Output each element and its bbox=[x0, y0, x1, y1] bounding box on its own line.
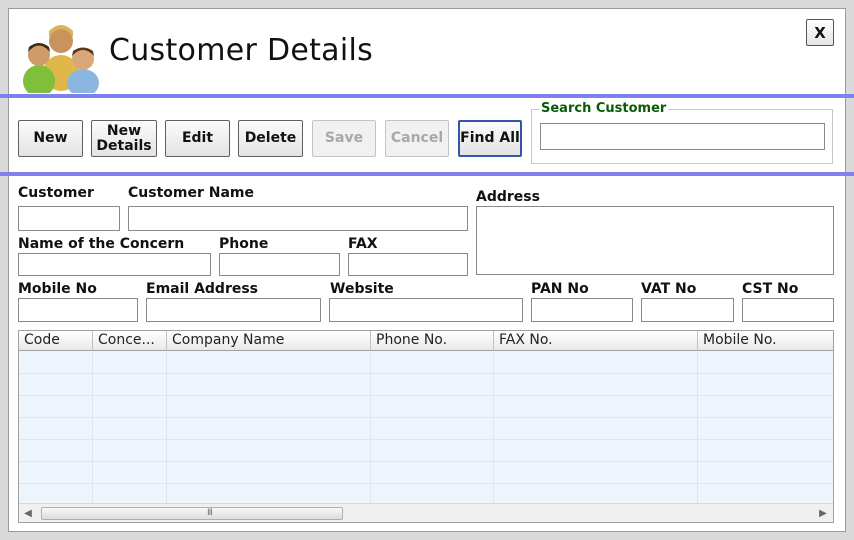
column-header-company-name[interactable]: Company Name bbox=[167, 331, 371, 351]
address-label: Address bbox=[476, 189, 540, 205]
customer-grid[interactable]: Code Conce... Company Name Phone No. FAX… bbox=[18, 330, 834, 523]
grid-row-line bbox=[19, 483, 833, 484]
concern-label: Name of the Concern bbox=[18, 236, 185, 252]
phone-label: Phone bbox=[219, 236, 269, 252]
scroll-right-icon[interactable]: ▶ bbox=[816, 506, 830, 520]
bottom-separator bbox=[0, 172, 854, 176]
delete-button[interactable]: Delete bbox=[238, 120, 303, 157]
pan-label: PAN No bbox=[531, 281, 589, 297]
grid-row-line bbox=[19, 373, 833, 374]
new-button[interactable]: New bbox=[18, 120, 83, 157]
scrollbar-grip: III bbox=[207, 508, 213, 518]
email-input[interactable] bbox=[146, 298, 321, 322]
search-customer-label: Search Customer bbox=[539, 101, 669, 116]
scrollbar-thumb[interactable]: III bbox=[41, 507, 343, 520]
vat-label: VAT No bbox=[641, 281, 697, 297]
cst-label: CST No bbox=[742, 281, 799, 297]
new-details-label-line2: Details bbox=[96, 137, 152, 154]
customer-label: Customer bbox=[18, 185, 94, 201]
website-label: Website bbox=[330, 281, 394, 297]
column-header-code[interactable]: Code bbox=[19, 331, 93, 351]
cst-input[interactable] bbox=[742, 298, 834, 322]
phone-input[interactable] bbox=[219, 253, 340, 276]
customer-code-input[interactable] bbox=[18, 206, 120, 231]
grid-row-line bbox=[19, 417, 833, 418]
column-header-mobile[interactable]: Mobile No. bbox=[698, 331, 833, 351]
fax-label: FAX bbox=[348, 236, 378, 252]
close-button[interactable]: X bbox=[806, 19, 834, 46]
website-input[interactable] bbox=[329, 298, 523, 322]
edit-button[interactable]: Edit bbox=[165, 120, 230, 157]
grid-row-line bbox=[19, 439, 833, 440]
grid-row-line bbox=[19, 461, 833, 462]
email-label: Email Address bbox=[146, 281, 259, 297]
search-customer-input[interactable] bbox=[540, 123, 825, 150]
column-header-phone[interactable]: Phone No. bbox=[371, 331, 494, 351]
users-group-icon bbox=[23, 25, 99, 93]
concern-input[interactable] bbox=[18, 253, 211, 276]
mobile-label: Mobile No bbox=[18, 281, 97, 297]
cancel-button[interactable]: Cancel bbox=[385, 120, 449, 157]
vat-input[interactable] bbox=[641, 298, 734, 322]
find-all-button[interactable]: Find All bbox=[458, 120, 522, 157]
customer-name-input[interactable] bbox=[128, 206, 468, 231]
mobile-input[interactable] bbox=[18, 298, 138, 322]
page-title: Customer Details bbox=[109, 33, 374, 68]
column-header-fax[interactable]: FAX No. bbox=[494, 331, 698, 351]
new-details-button[interactable]: New Details bbox=[91, 120, 157, 157]
address-input[interactable] bbox=[476, 206, 834, 275]
horizontal-scrollbar[interactable]: ◀ III ▶ bbox=[19, 503, 833, 522]
grid-row-line bbox=[19, 395, 833, 396]
grid-header: Code Conce... Company Name Phone No. FAX… bbox=[19, 331, 833, 351]
scroll-left-icon[interactable]: ◀ bbox=[21, 506, 35, 520]
top-separator bbox=[0, 94, 854, 98]
save-button[interactable]: Save bbox=[312, 120, 376, 157]
fax-input[interactable] bbox=[348, 253, 468, 276]
customer-name-label: Customer Name bbox=[128, 185, 254, 201]
pan-input[interactable] bbox=[531, 298, 633, 322]
new-details-label-line1: New bbox=[106, 122, 142, 139]
column-header-concern[interactable]: Conce... bbox=[93, 331, 167, 351]
